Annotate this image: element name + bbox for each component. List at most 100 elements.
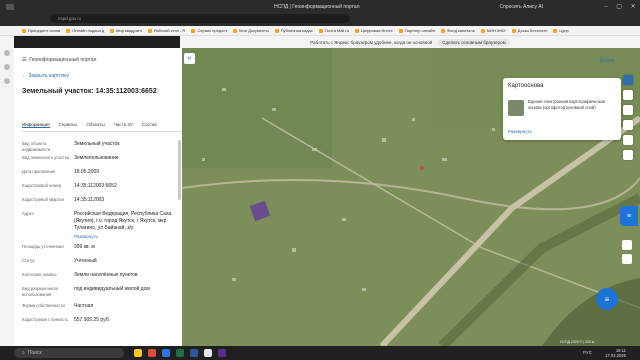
taskbar: ⌕ Поиск РУС 16:11 17.03.2025 bbox=[0, 346, 640, 360]
measure-icon[interactable] bbox=[623, 105, 633, 115]
share-icon[interactable] bbox=[623, 135, 633, 145]
sidebar-icon[interactable] bbox=[4, 50, 10, 56]
maximize-icon[interactable]: ▢ bbox=[616, 3, 622, 10]
collapse-panel-button[interactable]: « bbox=[184, 53, 195, 64]
layers-icon[interactable] bbox=[623, 90, 633, 100]
bookmark-icon bbox=[318, 28, 323, 33]
bookmark-label: Цупр bbox=[559, 28, 569, 33]
basemap-thumbnail[interactable] bbox=[508, 100, 524, 116]
edge-icon[interactable] bbox=[162, 349, 170, 357]
make-default-button[interactable]: Сделать основным браузером bbox=[438, 38, 510, 46]
sidebar-icon[interactable] bbox=[4, 78, 10, 84]
info-row: Кадастровая стоимость 557 905,25 руб. bbox=[22, 317, 182, 324]
info-label: Статус bbox=[22, 258, 36, 263]
bookmark-label: Доска Бесплатн bbox=[517, 28, 548, 33]
word-icon[interactable] bbox=[190, 349, 198, 357]
bookmark-item[interactable]: Мои Документы bbox=[233, 28, 269, 33]
map-copyright: НСПД 2025 © | 200 м bbox=[560, 340, 595, 344]
bookmark-item[interactable]: Доска Бесплатн bbox=[511, 28, 548, 33]
tab-0[interactable]: Информация bbox=[22, 122, 50, 128]
bookmark-item[interactable]: Публичная кадас bbox=[274, 28, 313, 33]
bookmark-item[interactable]: Цифровая Ипоте bbox=[355, 28, 393, 33]
sidebar-icon[interactable] bbox=[4, 64, 10, 70]
alice-button[interactable]: Спросить Алису AI bbox=[500, 4, 544, 10]
assistant-tab-icon[interactable]: ≡ bbox=[620, 206, 638, 226]
bookmark-icon bbox=[480, 28, 485, 33]
info-row: Категория земель Земли населённых пунктов bbox=[22, 272, 182, 279]
info-value: Землепользование bbox=[74, 155, 119, 161]
info-label: Категория земель bbox=[22, 272, 57, 277]
address-expand-link[interactable]: Развернуть bbox=[74, 234, 98, 239]
info-row: Кадастровый квартал 14:35:112003 bbox=[22, 197, 182, 204]
info-row: Кадастровый номер 14:35:112003:6652 bbox=[22, 183, 182, 190]
app-icon[interactable] bbox=[218, 349, 226, 357]
info-label: Адрес bbox=[22, 211, 34, 216]
bookmark-item[interactable]: Рабочий стол - R bbox=[147, 28, 185, 33]
basemap-description: Единая электронная картографическая осно… bbox=[528, 99, 606, 110]
basemap-expand-link[interactable]: Развернуть bbox=[508, 129, 532, 134]
chat-icon[interactable]: ≡ bbox=[596, 288, 618, 310]
minimize-icon[interactable]: – bbox=[604, 4, 607, 10]
excel-icon[interactable] bbox=[176, 349, 184, 357]
bookmark-icon bbox=[441, 28, 445, 33]
zoom-in-icon[interactable] bbox=[622, 240, 632, 250]
info-row: Форма собственности Частная bbox=[22, 303, 182, 310]
active-tab-title[interactable]: НСПД | Геоинформационный портал bbox=[274, 4, 360, 10]
bookmark-label: Онлайн подача д bbox=[72, 28, 105, 33]
bookmark-item[interactable]: Фонд капиталь bbox=[441, 28, 475, 33]
window-controls: – ▢ ✕ bbox=[600, 0, 640, 13]
bookmark-label: МИН ЖКХ bbox=[486, 28, 506, 33]
bookmark-item[interactable]: Прецедент основ bbox=[22, 28, 60, 33]
tab-1[interactable]: Сервисы bbox=[59, 122, 78, 128]
tab-2[interactable]: Объекты bbox=[86, 122, 105, 128]
file-explorer-icon[interactable] bbox=[134, 349, 142, 357]
clock[interactable]: 16:11 17.03.2025 bbox=[605, 348, 626, 358]
bookmark-label: Мир квадратн bbox=[116, 28, 142, 33]
bookmark-label: Партнер онлайн bbox=[404, 28, 435, 33]
close-card-link[interactable]: ← Закрыть карточку bbox=[22, 73, 69, 79]
info-value: Земли населённых пунктов bbox=[74, 272, 138, 278]
bookmark-item[interactable]: Почта Mail.ru bbox=[318, 28, 349, 33]
bookmark-item[interactable]: Онлайн подача д bbox=[66, 28, 104, 33]
bookmark-item[interactable]: Цупр bbox=[553, 28, 569, 33]
app-icon[interactable] bbox=[204, 349, 212, 357]
close-icon[interactable]: ✕ bbox=[631, 3, 636, 10]
info-value: Учтенный bbox=[74, 258, 97, 264]
info-row: Вид объекта недвижимости Земельный участо… bbox=[22, 141, 182, 153]
taskbar-search[interactable]: ⌕ Поиск bbox=[14, 348, 124, 358]
info-value: Земельный участок bbox=[74, 141, 120, 147]
info-value: Российская Федерация, Республика Саха (Я… bbox=[74, 211, 172, 231]
bookmark-item[interactable]: Сервис предост bbox=[191, 28, 227, 33]
basemap-title: Картооснова bbox=[508, 83, 544, 89]
tab-3[interactable]: Части ЗУ bbox=[114, 122, 133, 128]
bookmark-icon bbox=[191, 28, 196, 33]
info-value: 557 905,25 руб. bbox=[74, 317, 110, 323]
object-card-panel: ☰ Геоинформационный портал ← Закрыть кар… bbox=[14, 48, 182, 346]
bookmark-item[interactable]: Мир квадратн bbox=[110, 28, 142, 33]
yandex-browser-icon[interactable] bbox=[148, 349, 156, 357]
search-icon[interactable] bbox=[623, 75, 633, 85]
zoom-out-icon[interactable] bbox=[622, 254, 632, 264]
bookmark-label: Фонд капиталь bbox=[447, 28, 475, 33]
info-label: Вид земельного участка bbox=[22, 155, 70, 160]
info-row: Адрес Российская Федерация, Республика Са… bbox=[22, 211, 182, 232]
tab-4[interactable]: Состав bbox=[142, 122, 157, 128]
info-value: 14:35:112003 bbox=[74, 197, 105, 203]
panel-scrollbar[interactable] bbox=[178, 140, 181, 200]
tab-strip: НСПД | Геоинформационный портал Спросить… bbox=[0, 0, 640, 13]
info-value: Частная bbox=[74, 303, 94, 309]
print-icon[interactable] bbox=[623, 120, 633, 130]
bookmark-icon bbox=[233, 28, 238, 33]
tabs-menu-icon[interactable] bbox=[6, 3, 14, 10]
portal-title: ☰ Геоинформационный портал bbox=[22, 57, 97, 63]
language-indicator[interactable]: РУС bbox=[583, 350, 592, 355]
settings-icon[interactable] bbox=[623, 150, 633, 160]
address-bar[interactable]: nspd.gov.ru bbox=[50, 14, 350, 23]
info-label: Кадастровый квартал bbox=[22, 197, 65, 202]
bookmark-icon bbox=[274, 28, 279, 33]
bookmark-label: Публичная кадас bbox=[280, 28, 313, 33]
bookmark-item[interactable]: Партнер онлайн bbox=[398, 28, 435, 33]
login-link[interactable]: Войти bbox=[600, 58, 614, 64]
bookmark-item[interactable]: МИН ЖКХ bbox=[480, 28, 506, 33]
bookmark-icon bbox=[22, 28, 26, 33]
